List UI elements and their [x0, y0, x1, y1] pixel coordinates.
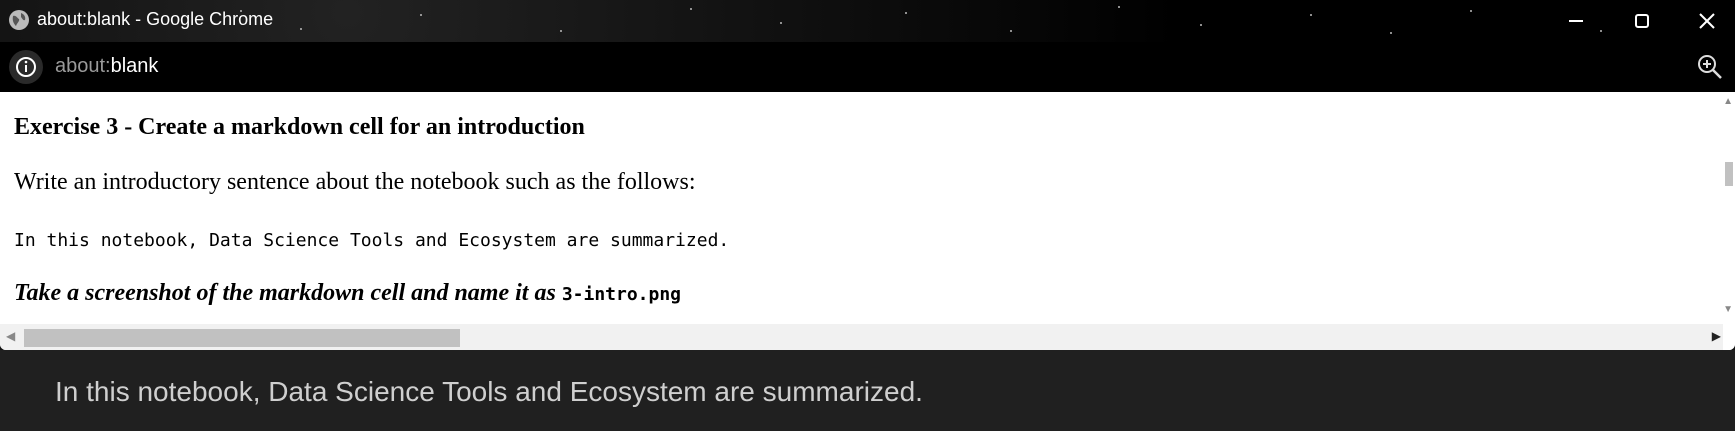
instruction-filename: 3-intro.png: [561, 284, 682, 305]
url-scheme: about:: [55, 55, 111, 77]
exercise-heading: Exercise 3 - Create a markdown cell for …: [14, 114, 585, 140]
browser-toolbar: about:blank: [0, 42, 1735, 92]
intro-paragraph: Write an introductory sentence about the…: [14, 169, 696, 195]
url-path: blank: [110, 55, 159, 77]
scroll-left-arrow-icon[interactable]: ◀: [6, 329, 15, 343]
caption-text: In this notebook, Data Science Tools and…: [55, 376, 923, 407]
scrollbar-corner: [1723, 324, 1735, 350]
zoom-in-icon[interactable]: [1697, 54, 1723, 80]
scroll-right-arrow-icon[interactable]: ▶: [1712, 329, 1721, 343]
horizontal-scrollbar[interactable]: ◀ ▶: [0, 324, 1723, 350]
window-title: about:blank - Google Chrome: [37, 9, 274, 29]
globe-icon: [9, 10, 29, 30]
instruction-prefix: Take a screenshot of the markdown cell a…: [14, 280, 562, 306]
scroll-up-arrow-icon[interactable]: ▲: [1723, 96, 1733, 107]
info-icon[interactable]: [8, 49, 44, 85]
maximize-button[interactable]: [1614, 0, 1670, 42]
live-caption-bar: In this notebook, Data Science Tools and…: [0, 350, 1735, 431]
minimize-icon: [1569, 20, 1583, 22]
page-viewport: Exercise 3 - Create a markdown cell for …: [0, 92, 1735, 350]
horizontal-scroll-thumb[interactable]: [24, 329, 460, 347]
instruction-text: Take a screenshot of the markdown cell a…: [14, 280, 681, 307]
address-bar[interactable]: about:blank: [55, 55, 158, 78]
maximize-icon: [1635, 14, 1649, 28]
minimize-button[interactable]: [1548, 0, 1604, 42]
vertical-scroll-thumb[interactable]: [1725, 162, 1733, 186]
close-button[interactable]: [1679, 0, 1735, 42]
vertical-scrollbar[interactable]: ▲ ▼: [1723, 92, 1735, 324]
close-icon: [1699, 13, 1715, 29]
scroll-down-arrow-icon[interactable]: ▼: [1723, 304, 1733, 315]
window-titlebar: about:blank - Google Chrome: [0, 0, 1735, 42]
example-code-line: In this notebook, Data Science Tools and…: [14, 230, 730, 251]
